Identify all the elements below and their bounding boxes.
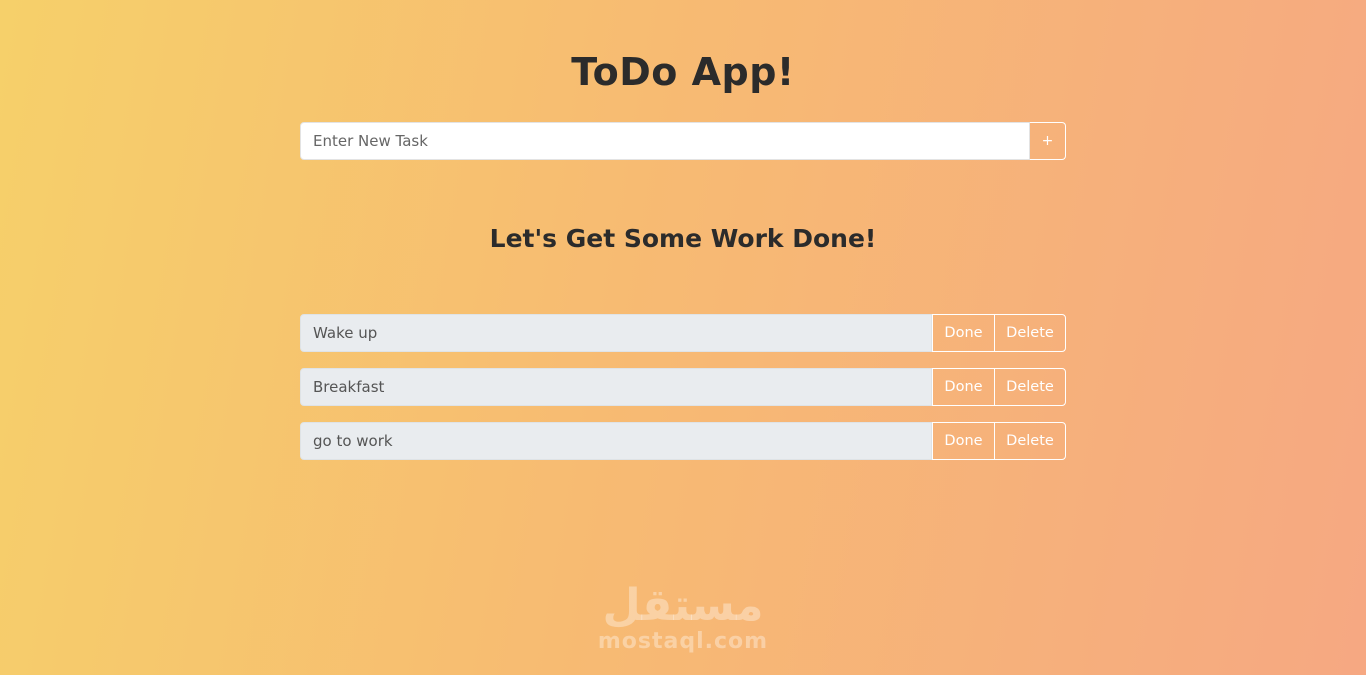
- task-text: Breakfast: [300, 368, 932, 406]
- task-text: go to work: [300, 422, 932, 460]
- app-title: ToDo App!: [571, 50, 795, 94]
- new-task-input[interactable]: [300, 122, 1030, 160]
- add-task-button[interactable]: +: [1030, 122, 1066, 160]
- page-subtitle: Let's Get Some Work Done!: [489, 224, 877, 253]
- watermark-logo: مستقل mostaql.com: [0, 582, 1366, 654]
- task-item: go to work Done Delete: [300, 422, 1066, 460]
- task-item: Wake up Done Delete: [300, 314, 1066, 352]
- delete-button[interactable]: Delete: [994, 368, 1066, 406]
- watermark-arabic: مستقل: [602, 580, 764, 631]
- delete-button[interactable]: Delete: [994, 422, 1066, 460]
- done-button[interactable]: Done: [932, 368, 994, 406]
- watermark-latin: mostaql.com: [597, 629, 769, 654]
- task-item: Breakfast Done Delete: [300, 368, 1066, 406]
- task-text: Wake up: [300, 314, 932, 352]
- done-button[interactable]: Done: [932, 314, 994, 352]
- new-task-form: +: [300, 122, 1066, 160]
- task-list: Wake up Done Delete Breakfast Done Delet…: [300, 314, 1066, 476]
- delete-button[interactable]: Delete: [994, 314, 1066, 352]
- done-button[interactable]: Done: [932, 422, 994, 460]
